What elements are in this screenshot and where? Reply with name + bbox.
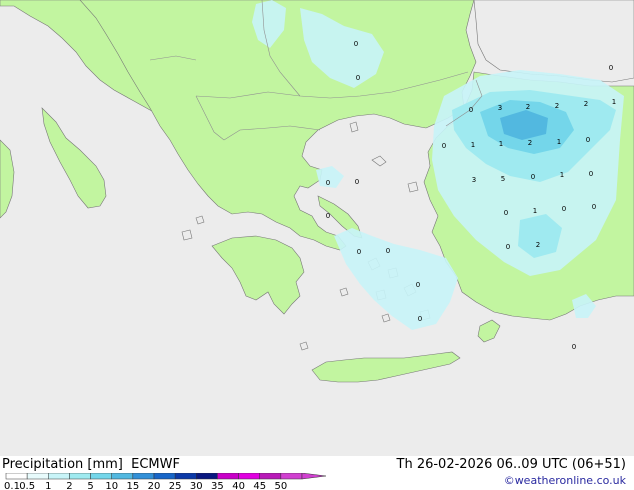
legend-label: 5 xyxy=(87,481,93,490)
legend-label: 35 xyxy=(211,481,224,490)
map-label: 1 xyxy=(557,138,561,146)
legend-swatch xyxy=(238,473,260,480)
legend-swatch xyxy=(111,473,134,480)
map-label: 3 xyxy=(498,104,502,112)
map-label: 2 xyxy=(526,103,530,111)
map-title: Precipitation [mm] ECMWF xyxy=(2,457,180,472)
legend-swatch xyxy=(5,473,28,480)
map-label: 0 xyxy=(572,343,576,351)
map-label: 0 xyxy=(418,315,422,323)
legend-label: 2 xyxy=(66,481,72,490)
precipitation-map[interactable]: 0 0 0 0 1 3 2 2 2 1 0 1 1 2 1 0 0 0 0 3 … xyxy=(0,0,634,456)
legend-label: 20 xyxy=(148,481,161,490)
map-label: 0 xyxy=(357,248,361,256)
map-label: 0 xyxy=(609,64,613,72)
map-label: 0 xyxy=(356,74,360,82)
map-label: 0 xyxy=(589,170,593,178)
map-label: 0 xyxy=(586,136,590,144)
legend-swatch xyxy=(174,473,197,480)
map-label: 2 xyxy=(584,100,588,108)
legend-label: 0.1 xyxy=(4,481,20,490)
legend-label: 25 xyxy=(169,481,182,490)
legend-swatch xyxy=(132,473,155,480)
map-label: 5 xyxy=(501,175,505,183)
map-label: 0 xyxy=(531,173,535,181)
map-label: 2 xyxy=(555,102,559,110)
credit-link[interactable]: ©weatheronline.co.uk xyxy=(504,474,626,487)
map-label: 1 xyxy=(612,98,616,106)
legend-label: 10 xyxy=(105,481,118,490)
legend-swatch xyxy=(153,473,176,480)
map-label: 0 xyxy=(354,40,358,48)
legend-label: 45 xyxy=(253,481,266,490)
map-label: 0 xyxy=(326,212,330,220)
legend-label: 15 xyxy=(126,481,139,490)
legend-swatch xyxy=(90,473,112,480)
color-legend: 0.1 0.5 1 2 5 10 15 20 25 30 35 40 45 50 xyxy=(4,473,327,490)
legend-swatch xyxy=(196,473,218,480)
map-label: 0 xyxy=(416,281,420,289)
legend-swatch xyxy=(48,473,70,480)
legend-swatch xyxy=(69,473,91,480)
legend-swatch xyxy=(26,473,49,480)
legend-label: 30 xyxy=(190,481,203,490)
map-label: 1 xyxy=(471,141,475,149)
map-label: 1 xyxy=(499,140,503,148)
map-label: 0 xyxy=(504,209,508,217)
map-label: 0 xyxy=(592,203,596,211)
map-canvas: 0 0 0 0 1 3 2 2 2 1 0 1 1 2 1 0 0 0 0 3 … xyxy=(0,0,634,456)
map-label: 0 xyxy=(562,205,566,213)
legend-swatch xyxy=(259,473,282,480)
map-label: 0 xyxy=(386,247,390,255)
map-label: 2 xyxy=(528,139,532,147)
legend-label: 1 xyxy=(45,481,51,490)
map-label: 3 xyxy=(472,176,476,184)
map-label: 0 xyxy=(442,142,446,150)
map-label: 0 xyxy=(326,179,330,187)
map-label: 2 xyxy=(536,241,540,249)
legend-label: 0.5 xyxy=(19,481,35,490)
legend-label: 40 xyxy=(232,481,245,490)
map-label: 1 xyxy=(533,207,537,215)
legend-swatch xyxy=(280,473,303,480)
forecast-datetime: Th 26-02-2026 06..09 UTC (06+51) xyxy=(396,457,627,472)
legend-label: 50 xyxy=(274,481,287,490)
legend-arrow xyxy=(301,473,327,480)
map-label: 1 xyxy=(560,171,564,179)
map-label: 0 xyxy=(506,243,510,251)
legend-swatch xyxy=(217,473,239,480)
map-footer: Precipitation [mm] ECMWF Th 26-02-2026 0… xyxy=(0,456,634,490)
